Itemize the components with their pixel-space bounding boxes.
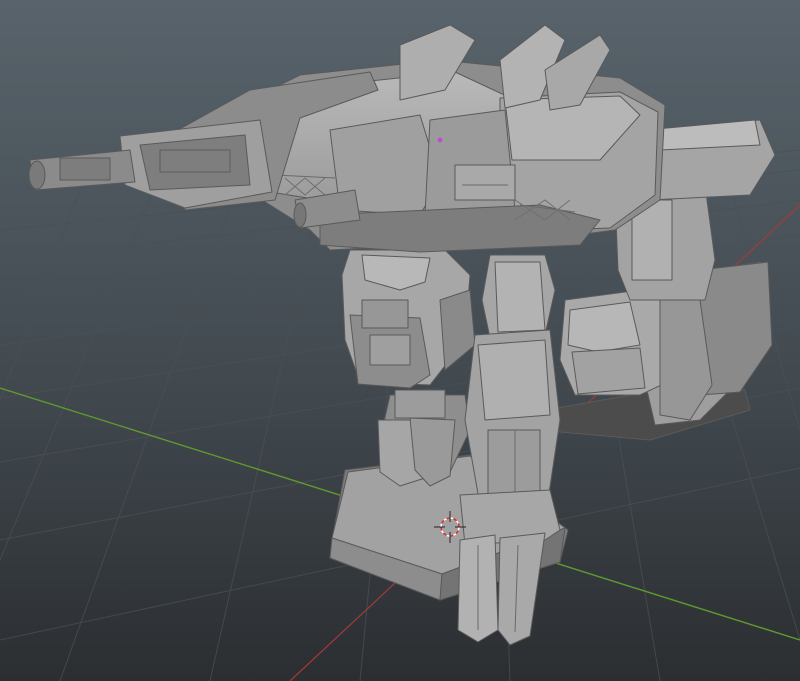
viewport-canvas[interactable]: [0, 0, 800, 681]
3d-viewport[interactable]: [0, 0, 800, 681]
object-origin-icon[interactable]: [437, 137, 443, 143]
